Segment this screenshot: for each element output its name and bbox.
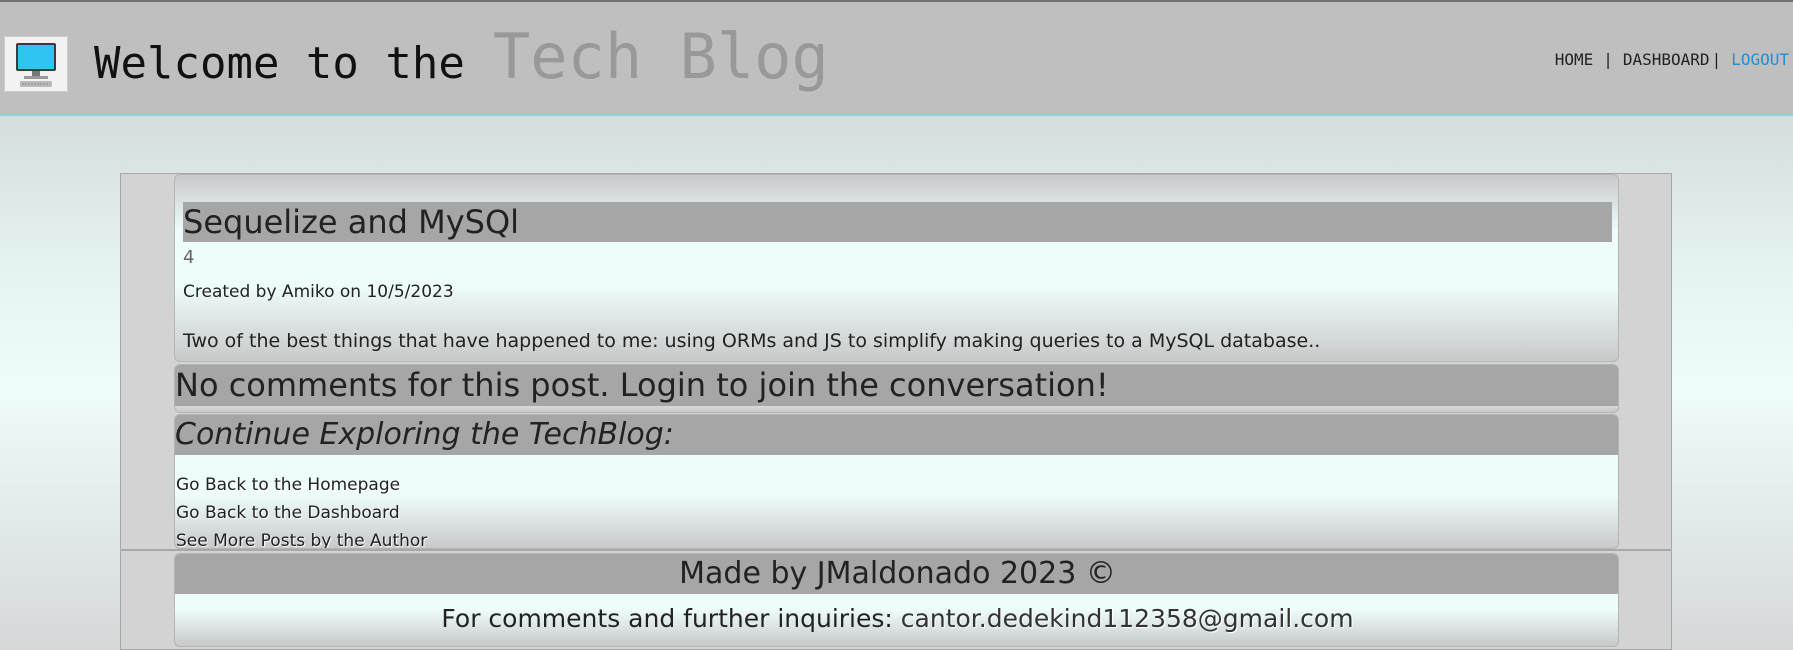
footer-contact: For comments and further inquiries: cant…	[175, 604, 1618, 633]
homepage-link[interactable]: Go Back to the Homepage	[176, 471, 427, 499]
contact-email[interactable]: cantor.dedekind112358@gmail.com	[901, 604, 1354, 633]
site-title: Welcome to the Tech Blog	[94, 20, 829, 100]
post-number: 4	[183, 247, 195, 268]
author-posts-link[interactable]: See More Posts by the Author	[176, 527, 427, 548]
post-meta: Created by Amiko on 10/5/2023	[183, 282, 454, 302]
explore-links: Go Back to the Homepage Go Back to the D…	[176, 471, 427, 548]
footer-card: Made by JMaldonado 2023 © For comments a…	[174, 553, 1619, 647]
nav-home-link[interactable]: HOME	[1555, 50, 1594, 69]
top-nav: HOME | DASHBOARD | LOGOUT	[1555, 50, 1789, 69]
explore-card: Continue Exploring the TechBlog: Go Back…	[174, 414, 1619, 549]
site-title-brand: Tech Blog	[492, 20, 829, 93]
post-title: Sequelize and MySQl	[183, 202, 1612, 242]
computer-monitor-icon	[4, 36, 68, 92]
post-card: Sequelize and MySQl 4 Created by Amiko o…	[174, 174, 1619, 362]
comments-card: No comments for this post. Login to join…	[174, 364, 1619, 413]
nav-dashboard-link[interactable]: DASHBOARD	[1623, 50, 1710, 69]
explore-heading: Continue Exploring the TechBlog:	[175, 415, 1618, 455]
nav-separator: |	[1711, 50, 1722, 69]
post-body: Two of the best things that have happene…	[183, 330, 1321, 352]
nav-separator: |	[1603, 50, 1613, 69]
nav-logout-link[interactable]: LOGOUT	[1731, 50, 1789, 69]
site-title-welcome: Welcome to the	[94, 38, 465, 89]
no-comments-message: No comments for this post. Login to join…	[175, 365, 1618, 406]
dashboard-link[interactable]: Go Back to the Dashboard	[176, 499, 427, 527]
site-header: Welcome to the Tech Blog HOME | DASHBOAR…	[0, 0, 1793, 116]
contact-label: For comments and further inquiries:	[441, 604, 893, 633]
footer-credit: Made by JMaldonado 2023 ©	[175, 554, 1618, 594]
